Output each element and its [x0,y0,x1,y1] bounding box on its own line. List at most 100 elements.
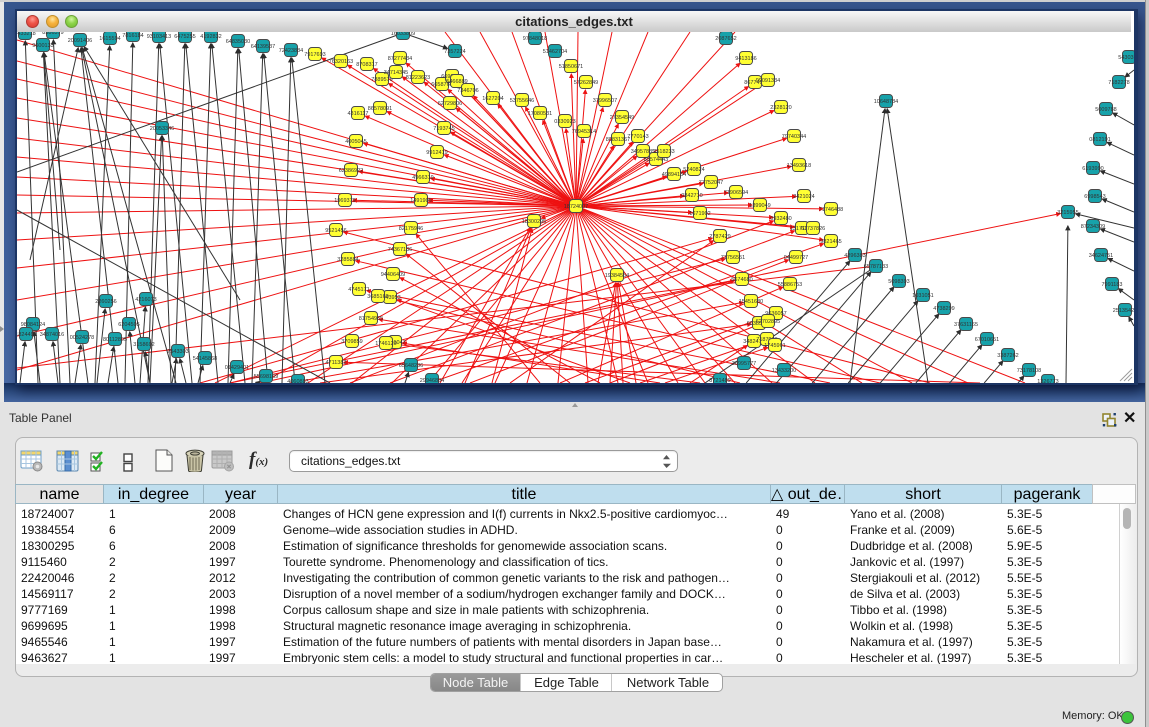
svg-text:57262849: 57262849 [574,80,598,86]
svg-text:1326773: 1326773 [1037,379,1058,383]
svg-text:5240824: 5240824 [683,167,704,173]
svg-text:87277434: 87277434 [388,56,412,62]
svg-text:5009788: 5009788 [1095,107,1116,113]
svg-text:82175946: 82175946 [399,226,423,232]
svg-text:71756551: 71756551 [721,255,745,261]
svg-text:3518233: 3518233 [653,149,674,155]
svg-text:51462704: 51462704 [543,49,567,55]
svg-text:0812191: 0812191 [1089,137,1110,143]
svg-text:53755646: 53755646 [510,98,534,104]
svg-text:67010651: 67010651 [975,337,999,343]
svg-text:1627204: 1627204 [482,96,503,102]
svg-text:65787133: 65787133 [864,264,888,270]
svg-text:71746488: 71746488 [819,207,843,213]
svg-text:74367136: 74367136 [388,247,412,253]
svg-text:1746120: 1746120 [375,341,396,347]
svg-text:62386922: 62386922 [339,168,363,174]
svg-text:79740344: 79740344 [782,134,806,140]
svg-text:76945314: 76945314 [572,129,596,135]
svg-text:86578091: 86578091 [368,106,392,112]
svg-text:81754965: 81754965 [359,316,383,322]
svg-text:4316117: 4316117 [347,111,368,117]
svg-text:62729806: 62729806 [438,101,462,107]
svg-text:9521456: 9521456 [325,228,346,234]
svg-text:65648236: 65648236 [399,363,423,369]
svg-text:1031051: 1031051 [912,293,933,299]
svg-text:2787429: 2787429 [709,234,730,240]
svg-text:6193990: 6193990 [1082,166,1103,172]
svg-text:72423884: 72423884 [279,48,303,54]
svg-text:3285884: 3285884 [337,257,358,263]
svg-text:7182278: 7182278 [1108,80,1129,86]
svg-text:27354549: 27354549 [610,115,634,121]
svg-text:97848018: 97848018 [523,36,547,42]
svg-text:20053346: 20053346 [150,126,174,132]
svg-text:37631165: 37631165 [954,322,978,328]
svg-text:3685160: 3685160 [367,294,388,300]
svg-text:71906594: 71906594 [724,190,748,196]
svg-text:81223623: 81223623 [406,75,430,81]
svg-text:2421024: 2421024 [793,194,814,200]
svg-text:4192832: 4192832 [200,34,221,40]
svg-text:4738299: 4738299 [933,306,954,312]
svg-text:37996507: 37996507 [593,98,617,104]
svg-text:9821465: 9821465 [820,239,841,245]
svg-text:99091334: 99091334 [756,78,780,84]
svg-text:13433200: 13433200 [772,368,796,374]
svg-text:64139537: 64139537 [251,44,275,50]
svg-text:0330923: 0330923 [554,119,575,125]
svg-text:5674680: 5674680 [731,277,752,283]
svg-text:67737826: 67737826 [801,226,825,232]
svg-text:62702895: 62702895 [756,319,780,325]
svg-text:55886753: 55886753 [778,282,802,288]
svg-text:55698169: 55698169 [254,374,278,380]
svg-text:7346706: 7346706 [457,88,478,94]
svg-text:5430391: 5430391 [1118,55,1134,61]
svg-text:34714345: 34714345 [384,70,408,76]
svg-text:3709859: 3709859 [341,339,362,345]
svg-text:34874016: 34874016 [40,332,64,338]
svg-text:1824493: 1824493 [17,332,37,338]
svg-text:4896383: 4896383 [844,253,865,259]
svg-text:6204505: 6204505 [118,322,139,328]
svg-text:0433218: 0433218 [17,32,36,37]
svg-text:7889579: 7889579 [371,77,392,83]
svg-text:4216073: 4216073 [135,297,156,303]
svg-text:36995777: 36995777 [732,361,756,367]
svg-text:1969379: 1969379 [334,198,355,204]
svg-text:9600133: 9600133 [32,43,53,49]
svg-text:1491905: 1491905 [410,198,431,204]
svg-text:93103413: 93103413 [147,34,171,40]
svg-text:04499727: 04499727 [784,255,808,261]
svg-text:3158692: 3158692 [133,342,154,348]
svg-text:00524278: 00524278 [70,335,94,341]
svg-text:7770143: 7770143 [627,134,648,140]
svg-text:7991183: 7991183 [1101,282,1122,288]
svg-text:1399049: 1399049 [749,203,770,209]
svg-text:8708317: 8708317 [356,62,377,68]
svg-text:3215955: 3215955 [1057,210,1078,216]
svg-text:7193745: 7193745 [433,126,454,132]
svg-text:9912419: 9912419 [426,150,447,156]
svg-text:01429401: 01429401 [225,365,249,371]
svg-text:16033809: 16033809 [391,32,415,37]
svg-text:4966319: 4966319 [412,175,433,181]
svg-text:10648784: 10648784 [874,99,898,105]
svg-text:73178108: 73178108 [1017,368,1041,374]
svg-text:1615594: 1615594 [99,36,120,42]
svg-text:7917693: 7917693 [304,52,325,58]
svg-text:29946804: 29946804 [420,378,444,383]
svg-text:20091406: 20091406 [68,38,92,44]
svg-text:18300295: 18300295 [522,219,546,225]
svg-text:9413186: 9413186 [735,56,756,62]
svg-text:5098393: 5098393 [888,279,909,285]
svg-text:77752047: 77752047 [699,180,723,186]
svg-text:76320163: 76320163 [329,59,353,65]
svg-text:2328120: 2328120 [770,105,791,111]
svg-text:94406409: 94406409 [381,272,405,278]
svg-text:8721489: 8721489 [709,378,730,383]
svg-text:15451680: 15451680 [739,299,763,305]
svg-text:51850671: 51850671 [559,64,583,70]
svg-text:25135427: 25135427 [1113,308,1134,314]
svg-text:80112805: 80112805 [103,337,127,343]
